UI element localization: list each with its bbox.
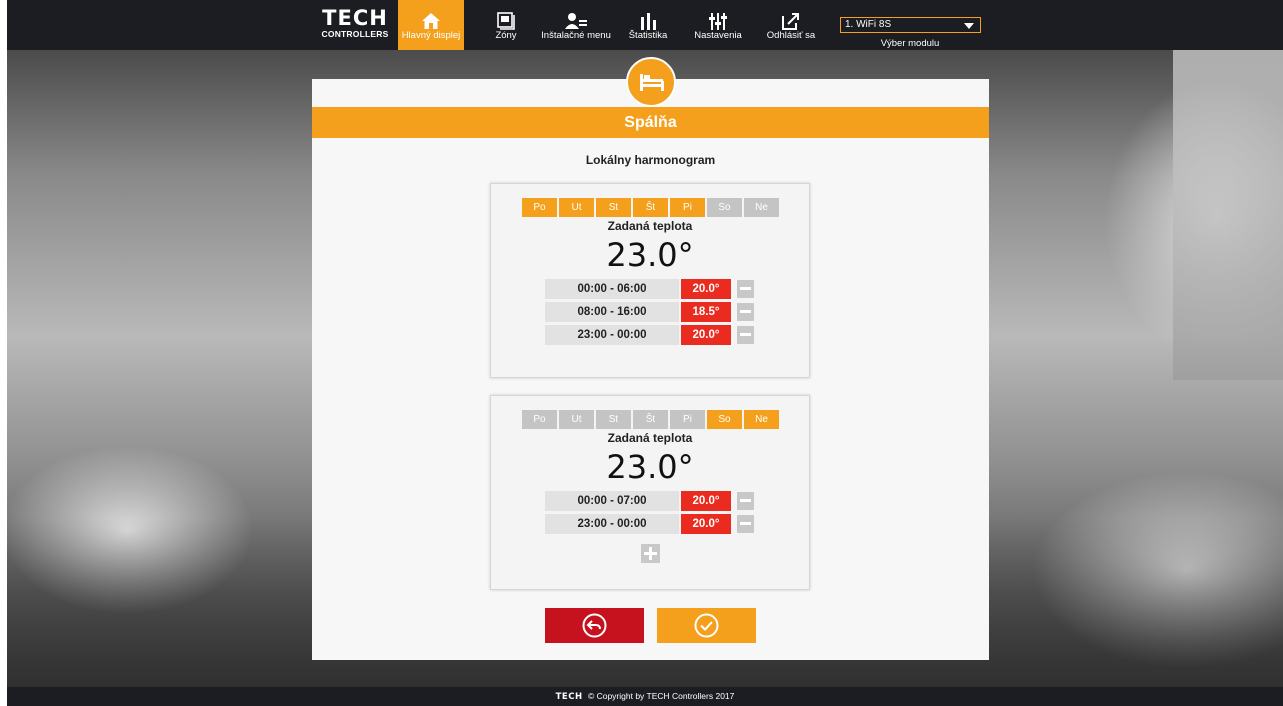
footer-logo-mark: TECH [555,692,583,702]
interval-time-range[interactable]: 23:00 - 00:00 [545,325,679,345]
check-icon [694,613,719,638]
day-ut[interactable]: Ut [559,410,594,429]
interval-time-range[interactable]: 00:00 - 07:00 [545,491,679,511]
back-button[interactable] [545,608,644,643]
nav-main-display[interactable]: Hlavný displej [398,0,464,50]
target-temperature-value[interactable]: 23.0° [491,448,809,486]
background-window [1173,50,1283,380]
day-ne[interactable]: Ne [744,198,779,217]
logo-sub: CONTROLLERS [321,29,389,39]
nav-logout-label: Odhlásiť sa [766,30,816,41]
day-selector: Po Ut St Št Pi So Ne [522,198,781,217]
remove-interval-icon[interactable] [737,515,754,533]
interval-row: 23:00 - 00:00 20.0° [545,514,754,534]
schedule-title: Lokálny harmonogram [585,153,716,167]
day-so[interactable]: So [707,410,742,429]
footer: TECH © Copyright by TECH Controllers 201… [7,687,1283,706]
day-stv[interactable]: Št [633,410,668,429]
nav-logout[interactable]: Odhlásiť sa [760,0,822,50]
nav-settings-label: Nastavenia [694,30,742,41]
remove-interval-icon[interactable] [737,326,754,344]
room-schedule-card: Spálňa Lokálny harmonogram Po Ut St Št P… [312,57,989,660]
bed-icon [626,57,676,107]
room-title: Spálňa [312,107,989,138]
interval-time-range[interactable]: 00:00 - 06:00 [545,279,679,299]
module-select[interactable]: 1. WiFi 8S [840,17,981,33]
add-interval-icon[interactable] [641,544,660,563]
interval-temperature[interactable]: 20.0° [681,279,731,299]
nav-installer-menu[interactable]: Inštalačné menu [538,0,614,50]
target-temperature-label: Zadaná teplota [607,431,693,445]
installer-icon [538,0,614,30]
day-pi[interactable]: Pi [670,410,705,429]
footer-copyright: © Copyright by TECH Controllers 2017 [587,691,735,701]
schedule-block-weekdays: Po Ut St Št Pi So Ne Zadaná teplota 23.0… [490,183,810,378]
nav-statistics[interactable]: Štatistika [624,0,672,50]
zones-icon [486,0,526,30]
settings-sliders-icon [690,0,746,30]
day-ut[interactable]: Ut [559,198,594,217]
interval-time-range[interactable]: 23:00 - 00:00 [545,514,679,534]
target-temperature-label: Zadaná teplota [607,219,693,233]
chevron-down-icon [964,23,974,29]
interval-temperature[interactable]: 20.0° [681,491,731,511]
remove-interval-icon[interactable] [737,303,754,321]
day-pi[interactable]: Pi [670,198,705,217]
schedule-block-weekend: Po Ut St Št Pi So Ne Zadaná teplota 23.0… [490,395,810,590]
statistics-icon [624,0,672,30]
nav-zones-label: Zóny [495,30,517,41]
day-st[interactable]: St [596,198,631,217]
day-po[interactable]: Po [522,410,557,429]
remove-interval-icon[interactable] [737,280,754,298]
day-so[interactable]: So [707,198,742,217]
interval-temperature[interactable]: 20.0° [681,514,731,534]
remove-interval-icon[interactable] [737,492,754,510]
target-temperature-value[interactable]: 23.0° [491,236,809,274]
confirm-button[interactable] [657,608,756,643]
interval-row: 00:00 - 07:00 20.0° [545,491,754,511]
nav-main-display-label: Hlavný displej [401,30,461,41]
day-st[interactable]: St [596,410,631,429]
logout-icon [760,0,822,30]
day-selector: Po Ut St Št Pi So Ne [522,410,781,429]
nav-zones[interactable]: Zóny [486,0,526,50]
day-po[interactable]: Po [522,198,557,217]
interval-time-range[interactable]: 08:00 - 16:00 [545,302,679,322]
nav-statistics-label: Štatistika [628,30,668,41]
home-icon [398,0,464,30]
interval-row: 08:00 - 16:00 18.5° [545,302,754,322]
logo-mark: TECH [322,6,388,30]
day-stv[interactable]: Št [633,198,668,217]
back-arrow-icon [582,613,607,638]
interval-temperature[interactable]: 18.5° [681,302,731,322]
tech-logo: TECH CONTROLLERS [315,8,395,44]
nav-settings[interactable]: Nastavenia [690,0,746,50]
interval-row: 00:00 - 06:00 20.0° [545,279,754,299]
module-select-value: 1. WiFi 8S [845,19,892,30]
interval-temperature[interactable]: 20.0° [681,325,731,345]
module-select-caption: Výber modulu [880,38,940,49]
nav-installer-menu-label: Inštalačné menu [541,30,611,41]
day-ne[interactable]: Ne [744,410,779,429]
interval-row: 23:00 - 00:00 20.0° [545,325,754,345]
